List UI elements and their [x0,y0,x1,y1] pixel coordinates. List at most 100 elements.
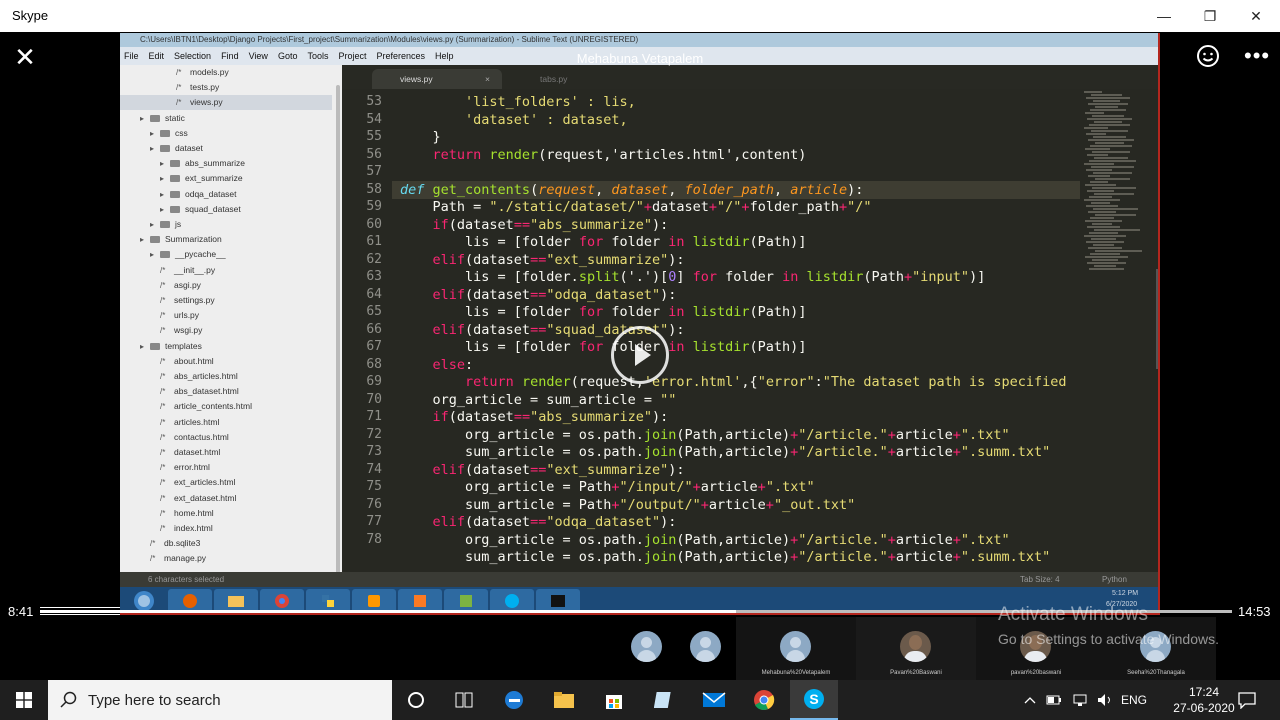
folder-icon [150,114,160,122]
tree-file[interactable]: /* manage.py [120,551,206,566]
code-token: == [530,514,547,530]
notepad-icon[interactable] [640,680,688,720]
language-indicator[interactable]: ENG [1121,693,1147,707]
tree-folder[interactable]: ▸ templates [120,339,202,354]
participant-tile[interactable] [676,617,736,680]
tree-file[interactable]: /* index.html [120,521,213,536]
tree-folder[interactable]: ▸ static [120,111,185,126]
minimap-line [1084,163,1114,165]
tree-file[interactable]: /* home.html [120,506,214,521]
code-token: "odqa_dataset" [546,514,661,530]
tree-file[interactable]: /* abs_articles.html [120,369,238,384]
tree-folder[interactable]: ▸ css [120,126,188,141]
chevron-up-icon[interactable] [1024,695,1036,705]
code-token: render [489,146,539,163]
tree-file[interactable]: /* asgi.py [120,278,201,293]
play-icon[interactable] [611,326,669,384]
network-icon[interactable] [1072,692,1088,708]
file-explorer-icon[interactable] [540,680,588,720]
expand-arrow-icon[interactable]: ▸ [160,156,170,171]
participant-tile[interactable]: Pavan%20Baswani [856,617,976,680]
close-window-button[interactable]: ✕ [1233,0,1279,32]
tree-file[interactable]: /* wsgi.py [120,323,202,338]
minimap-line [1089,160,1136,162]
tree-folder[interactable]: ▸ abs_summarize [120,156,245,171]
code-token: ".txt" [960,426,1010,443]
minimize-button[interactable]: — [1141,0,1187,32]
tree-file[interactable]: /* urls.py [120,308,199,323]
tree-folder[interactable]: ▸ Summarization [120,232,222,247]
tree-file[interactable]: /* settings.py [120,293,215,308]
tree-folder[interactable]: ▸ dataset [120,141,203,156]
tab-views-py[interactable]: views.py × [372,69,502,89]
taskbar-search-box[interactable]: Type here to search [48,680,392,720]
tree-file[interactable]: /* articles.html [120,415,219,430]
expand-arrow-icon[interactable]: ▸ [160,202,170,217]
expand-arrow-icon[interactable]: ▸ [140,232,150,247]
minimap-line [1094,157,1128,159]
editor-scrollbar[interactable] [1156,269,1158,369]
tree-file[interactable]: /* db.sqlite3 [120,536,200,551]
sidebar-scrollbar[interactable] [336,85,340,585]
tree-file[interactable]: /* ext_dataset.html [120,491,236,506]
code-token: ): [652,216,669,233]
expand-arrow-icon[interactable]: ▸ [160,187,170,202]
edge-icon[interactable] [490,680,538,720]
expand-arrow-icon[interactable]: ▸ [160,171,170,186]
maximize-button[interactable]: ❐ [1187,0,1233,32]
tree-file[interactable]: /* contactus.html [120,430,229,445]
battery-icon[interactable] [1046,692,1062,708]
status-syntax[interactable]: Python [1102,572,1127,587]
tree-file[interactable]: /* __init__.py [120,263,215,278]
participant-tile[interactable]: Mehabuna%20Vetapalem [736,617,856,680]
expand-arrow-icon[interactable]: ▸ [150,247,160,262]
tree-folder[interactable]: ▸ squad_dataset [120,202,241,217]
tree-folder[interactable]: ▸ ext_summarize [120,171,243,186]
tree-folder[interactable]: ▸ js [120,217,181,232]
tree-file[interactable]: /* about.html [120,354,214,369]
line-number: 78 [366,531,382,547]
participant-tile[interactable]: pavan%20baswani [976,617,1096,680]
tree-label: abs_summarize [185,158,245,169]
tree-file[interactable]: /* views.py [120,95,332,111]
code-token: org_article = os.path. [400,426,644,443]
expand-arrow-icon[interactable]: ▸ [140,111,150,126]
reaction-icon[interactable] [1196,44,1220,68]
start-button[interactable] [0,680,48,720]
tab-tabs-py[interactable]: tabs.py [512,69,642,89]
code-token: lis = [folder [400,339,579,355]
volume-icon[interactable] [1096,692,1114,708]
tree-file[interactable]: /* article_contents.html [120,399,252,414]
tree-folder[interactable]: ▸ __pycache__ [120,247,226,262]
code-line: elif(dataset=="odqa_dataset"): [400,287,677,303]
status-tab-size[interactable]: Tab Size: 4 [1020,572,1060,587]
close-tab-icon[interactable]: × [485,69,490,89]
notifications-icon[interactable] [1237,691,1257,709]
store-icon[interactable] [590,680,638,720]
taskbar-clock[interactable]: 17:24 27-06-2020 [1164,684,1244,716]
cortana-icon[interactable] [392,680,440,720]
code-token: sum_article = os.path. [400,444,644,460]
tree-file[interactable]: /* tests.py [120,80,219,95]
file-icon: /* [160,387,166,397]
expand-arrow-icon[interactable]: ▸ [150,126,160,141]
expand-arrow-icon[interactable]: ▸ [150,141,160,156]
tree-file[interactable]: /* ext_articles.html [120,475,235,490]
more-options-icon[interactable]: ••• [1244,44,1270,68]
task-view-icon[interactable] [440,680,488,720]
chrome-icon[interactable] [740,680,788,720]
tree-file[interactable]: /* models.py [120,65,229,80]
mail-icon[interactable] [690,680,738,720]
participant-tile[interactable]: Seeha%20Thanagala [1096,617,1216,680]
minimap-line [1085,148,1110,150]
expand-arrow-icon[interactable]: ▸ [150,217,160,232]
participant-tile[interactable] [616,617,676,680]
code-editor[interactable]: 53 54 55 56 57 58 59 60 61 62 63 64 65 66 67 68 69 70 71 72… [342,89,1158,600]
tree-file[interactable]: /* abs_dataset.html [120,384,239,399]
skype-taskbar-icon[interactable]: S [790,680,838,720]
expand-arrow-icon[interactable]: ▸ [140,339,150,354]
tree-folder[interactable]: ▸ odqa_dataset [120,187,237,202]
tree-file[interactable]: /* dataset.html [120,445,220,460]
minimap[interactable] [1080,89,1158,600]
tree-file[interactable]: /* error.html [120,460,210,475]
